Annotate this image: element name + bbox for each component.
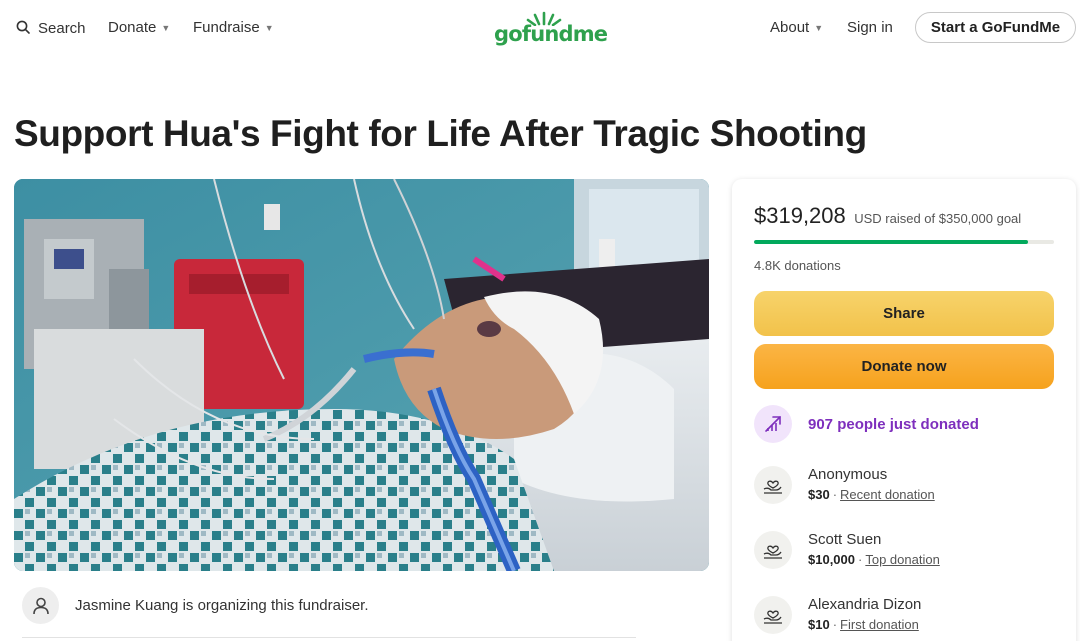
donation-card: $319,208 USD raised of $350,000 goal 4.8…: [732, 179, 1076, 641]
raised-amount: $319,208: [754, 203, 846, 228]
donor-item: Anonymous $30 · Recent donation: [754, 466, 935, 504]
donor-meta: $10 · First donation: [808, 616, 921, 634]
donor-amount: $10: [808, 617, 830, 632]
donor-item: Alexandria Dizon $10 · First donation: [754, 596, 921, 634]
organizer-text: Jasmine Kuang is organizing this fundrai…: [75, 597, 369, 614]
donor-badge: [754, 596, 792, 634]
page-title: Support Hua's Fight for Life After Tragi…: [14, 113, 867, 154]
about-menu-label: About: [770, 19, 810, 36]
fundraise-menu[interactable]: Fundraise ▼: [193, 19, 274, 36]
raised-summary: $319,208 USD raised of $350,000 goal: [754, 203, 1021, 229]
organizer-row[interactable]: Jasmine Kuang is organizing this fundrai…: [22, 587, 369, 624]
donate-now-button[interactable]: Donate now: [754, 344, 1054, 389]
separator: ·: [832, 487, 838, 502]
donor-item: Scott Suen $10,000 · Top donation: [754, 531, 940, 569]
separator: ·: [832, 617, 838, 632]
search-icon: [16, 20, 30, 34]
start-gofundme-button[interactable]: Start a GoFundMe: [915, 12, 1076, 43]
chevron-down-icon: ▼: [161, 23, 171, 33]
progress-bar: [754, 240, 1054, 244]
donor-meta: $10,000 · Top donation: [808, 551, 940, 569]
trend-up-icon: [765, 416, 781, 432]
gofundme-logo[interactable]: gofundme: [494, 10, 608, 46]
chevron-down-icon: ▼: [264, 23, 274, 33]
donate-menu-label: Donate: [108, 19, 157, 36]
avatar: [22, 587, 59, 624]
campaign-hero-image[interactable]: [14, 179, 709, 571]
logo-text: gofundme: [494, 22, 608, 46]
just-donated-text: 907 people just donated: [808, 415, 979, 433]
donor-name: Scott Suen: [808, 531, 882, 548]
raised-goal-text: USD raised of $350,000 goal: [854, 211, 1022, 226]
top-nav: Search Donate ▼ Fundraise ▼ gofundme Abo…: [0, 0, 1080, 56]
divider: [22, 637, 636, 638]
donor-amount: $10,000: [808, 552, 855, 567]
hand-heart-icon: [763, 480, 782, 494]
donor-info: Alexandria Dizon $10 · First donation: [808, 596, 921, 634]
search-button[interactable]: Search: [15, 19, 86, 37]
progress-bar-fill: [754, 240, 1028, 244]
donor-meta: $30 · Recent donation: [808, 486, 935, 504]
donation-tag-link[interactable]: First donation: [840, 617, 919, 632]
recent-activity: 907 people just donated: [754, 405, 979, 443]
hero-photo: [14, 179, 709, 571]
person-icon: [32, 597, 49, 614]
fundraise-menu-label: Fundraise: [193, 19, 260, 36]
hand-heart-icon: [763, 610, 782, 624]
trend-badge: [754, 405, 792, 443]
search-label: Search: [38, 19, 86, 37]
signin-label: Sign in: [847, 19, 893, 36]
separator: ·: [858, 552, 863, 567]
chevron-down-icon: ▼: [814, 23, 824, 33]
donor-badge: [754, 466, 792, 504]
signin-link[interactable]: Sign in: [847, 19, 893, 36]
donor-name: Alexandria Dizon: [808, 596, 922, 613]
donation-count: 4.8K donations: [754, 258, 841, 273]
hand-heart-icon: [763, 545, 782, 559]
donor-info: Scott Suen $10,000 · Top donation: [808, 531, 940, 569]
donor-badge: [754, 531, 792, 569]
donor-info: Anonymous $30 · Recent donation: [808, 466, 935, 504]
donate-menu[interactable]: Donate ▼: [108, 19, 170, 36]
donor-name: Anonymous: [808, 466, 888, 483]
about-menu[interactable]: About ▼: [770, 19, 823, 36]
donation-tag-link[interactable]: Top donation: [865, 552, 939, 567]
donation-tag-link[interactable]: Recent donation: [840, 487, 935, 502]
donor-amount: $30: [808, 487, 830, 502]
share-button[interactable]: Share: [754, 291, 1054, 336]
